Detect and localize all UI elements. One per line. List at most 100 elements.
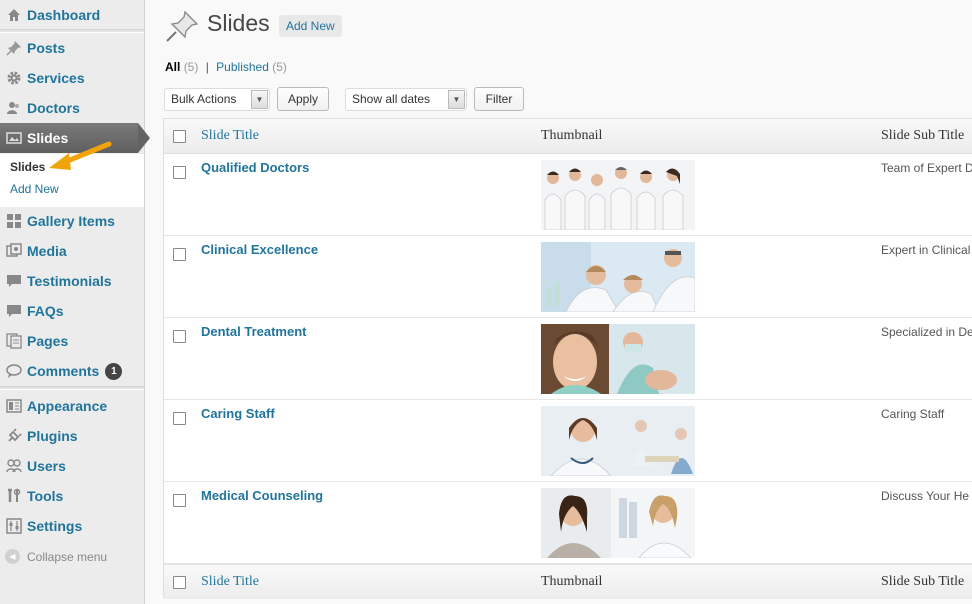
column-slide-title[interactable]: Slide Title bbox=[201, 574, 259, 590]
tools-icon bbox=[5, 487, 23, 505]
menu-gallery-label: Gallery Items bbox=[27, 213, 115, 229]
table-row: Qualified Doctors Team of Expert D bbox=[164, 154, 972, 236]
appearance-icon bbox=[5, 397, 23, 415]
admin-sidebar: Dashboard Posts Services Doctors Slides … bbox=[0, 0, 150, 604]
menu-plugins[interactable]: Plugins bbox=[0, 421, 144, 451]
media-icon bbox=[5, 242, 23, 260]
table-row: Dental Treatment Specialized in De bbox=[164, 318, 972, 400]
pages-icon bbox=[5, 332, 23, 350]
menu-media[interactable]: Media bbox=[0, 236, 144, 266]
column-thumbnail: Thumbnail bbox=[541, 128, 603, 143]
status-filter-links: All (5) | Published (5) bbox=[165, 60, 287, 74]
collapse-icon: ◀ bbox=[5, 549, 20, 564]
row-subtitle: Caring Staff bbox=[881, 407, 945, 421]
menu-faqs[interactable]: FAQs bbox=[0, 296, 144, 326]
menu-services-label: Services bbox=[27, 70, 85, 86]
add-new-button[interactable]: Add New bbox=[279, 15, 342, 37]
collapse-menu[interactable]: ◀ Collapse menu bbox=[5, 549, 107, 564]
select-all-checkbox[interactable] bbox=[173, 576, 186, 589]
settings-icon bbox=[5, 517, 23, 535]
apply-button[interactable]: Apply bbox=[277, 87, 329, 111]
menu-testimonials[interactable]: Testimonials bbox=[0, 266, 144, 296]
counseling-thumbnail bbox=[541, 488, 695, 558]
row-title-link[interactable]: Caring Staff bbox=[201, 406, 275, 421]
doctors-group-thumbnail bbox=[541, 160, 695, 230]
users-icon bbox=[5, 457, 23, 475]
filter-published-count: (5) bbox=[272, 60, 287, 74]
menu-posts[interactable]: Posts bbox=[0, 33, 144, 63]
bulk-actions-value: Bulk Actions bbox=[171, 92, 237, 106]
chevron-down-icon: ▼ bbox=[448, 90, 465, 109]
dates-value: Show all dates bbox=[352, 92, 431, 106]
menu-users-label: Users bbox=[27, 458, 66, 474]
annotation-arrow-icon bbox=[49, 141, 112, 170]
column-slide-subtitle: Slide Sub Title bbox=[881, 128, 965, 143]
menu-dashboard-label: Dashboard bbox=[27, 7, 101, 23]
plugin-icon bbox=[5, 427, 23, 445]
main-content: Slides Add New All (5) | Published (5) B… bbox=[145, 0, 972, 604]
row-title-link[interactable]: Dental Treatment bbox=[201, 324, 306, 339]
table-header: Slide Title Thumbnail Slide Sub Title bbox=[164, 119, 972, 154]
submenu-slides[interactable]: Slides bbox=[10, 160, 45, 174]
filter-button[interactable]: Filter bbox=[474, 87, 524, 111]
row-checkbox[interactable] bbox=[173, 166, 186, 179]
menu-services[interactable]: Services bbox=[0, 63, 144, 93]
menu-settings-label: Settings bbox=[27, 518, 83, 534]
row-checkbox[interactable] bbox=[173, 248, 186, 261]
row-title-link[interactable]: Clinical Excellence bbox=[201, 242, 318, 257]
table-row: Medical Counseling Discuss Your He bbox=[164, 482, 972, 564]
menu-comments[interactable]: Comments 1 bbox=[0, 356, 144, 386]
row-checkbox[interactable] bbox=[173, 412, 186, 425]
comments-count-badge: 1 bbox=[105, 362, 123, 380]
row-checkbox[interactable] bbox=[173, 330, 186, 343]
grid-icon bbox=[5, 212, 23, 230]
lab-thumbnail bbox=[541, 242, 695, 312]
menu-pages-label: Pages bbox=[27, 333, 69, 349]
column-slide-subtitle: Slide Sub Title bbox=[881, 574, 965, 589]
row-subtitle: Team of Expert D bbox=[881, 161, 972, 175]
menu-dashboard[interactable]: Dashboard bbox=[0, 0, 144, 30]
nurse-thumbnail bbox=[541, 406, 695, 476]
submenu-add-new[interactable]: Add New bbox=[10, 182, 59, 196]
comment-icon bbox=[5, 302, 23, 320]
column-thumbnail: Thumbnail bbox=[541, 574, 603, 589]
menu-doctors[interactable]: Doctors bbox=[0, 93, 144, 123]
table-row: Clinical Excellence Expert in Clinical bbox=[164, 236, 972, 318]
menu-gallery-items[interactable]: Gallery Items bbox=[0, 206, 144, 236]
dental-thumbnail bbox=[541, 324, 695, 394]
page-title: Slides bbox=[207, 10, 270, 36]
gear-icon bbox=[5, 69, 23, 87]
collapse-menu-label: Collapse menu bbox=[27, 549, 108, 564]
chevron-down-icon: ▼ bbox=[251, 90, 268, 109]
menu-separator bbox=[0, 386, 144, 390]
menu-users[interactable]: Users bbox=[0, 451, 144, 481]
dates-select[interactable]: Show all dates ▼ bbox=[345, 88, 467, 111]
filter-all[interactable]: All bbox=[165, 60, 180, 74]
users-icon bbox=[5, 99, 23, 117]
row-checkbox[interactable] bbox=[173, 494, 186, 507]
filter-published[interactable]: Published bbox=[216, 60, 269, 74]
home-icon bbox=[5, 6, 23, 24]
menu-pages[interactable]: Pages bbox=[0, 326, 144, 356]
table-footer: Slide Title Thumbnail Slide Sub Title bbox=[164, 564, 972, 599]
filter-separator: | bbox=[205, 60, 209, 74]
menu-plugins-label: Plugins bbox=[27, 428, 78, 444]
menu-settings[interactable]: Settings bbox=[0, 511, 144, 541]
menu-testimonials-label: Testimonials bbox=[27, 273, 112, 289]
column-slide-title[interactable]: Slide Title bbox=[201, 128, 259, 144]
row-subtitle: Expert in Clinical bbox=[881, 243, 971, 257]
comment-icon bbox=[5, 272, 23, 290]
comments-icon bbox=[5, 362, 23, 380]
slides-table: Slide Title Thumbnail Slide Sub Title Qu… bbox=[163, 118, 972, 599]
row-title-link[interactable]: Medical Counseling bbox=[201, 488, 323, 503]
menu-appearance[interactable]: Appearance bbox=[0, 391, 144, 421]
menu-faqs-label: FAQs bbox=[27, 303, 64, 319]
bulk-actions-select[interactable]: Bulk Actions ▼ bbox=[164, 88, 270, 111]
menu-tools[interactable]: Tools bbox=[0, 481, 144, 511]
row-subtitle: Discuss Your He bbox=[881, 489, 970, 503]
select-all-checkbox[interactable] bbox=[173, 130, 186, 143]
menu-posts-label: Posts bbox=[27, 40, 66, 56]
row-subtitle: Specialized in De bbox=[881, 325, 972, 339]
row-title-link[interactable]: Qualified Doctors bbox=[201, 160, 309, 175]
menu-comments-label: Comments bbox=[27, 363, 100, 379]
